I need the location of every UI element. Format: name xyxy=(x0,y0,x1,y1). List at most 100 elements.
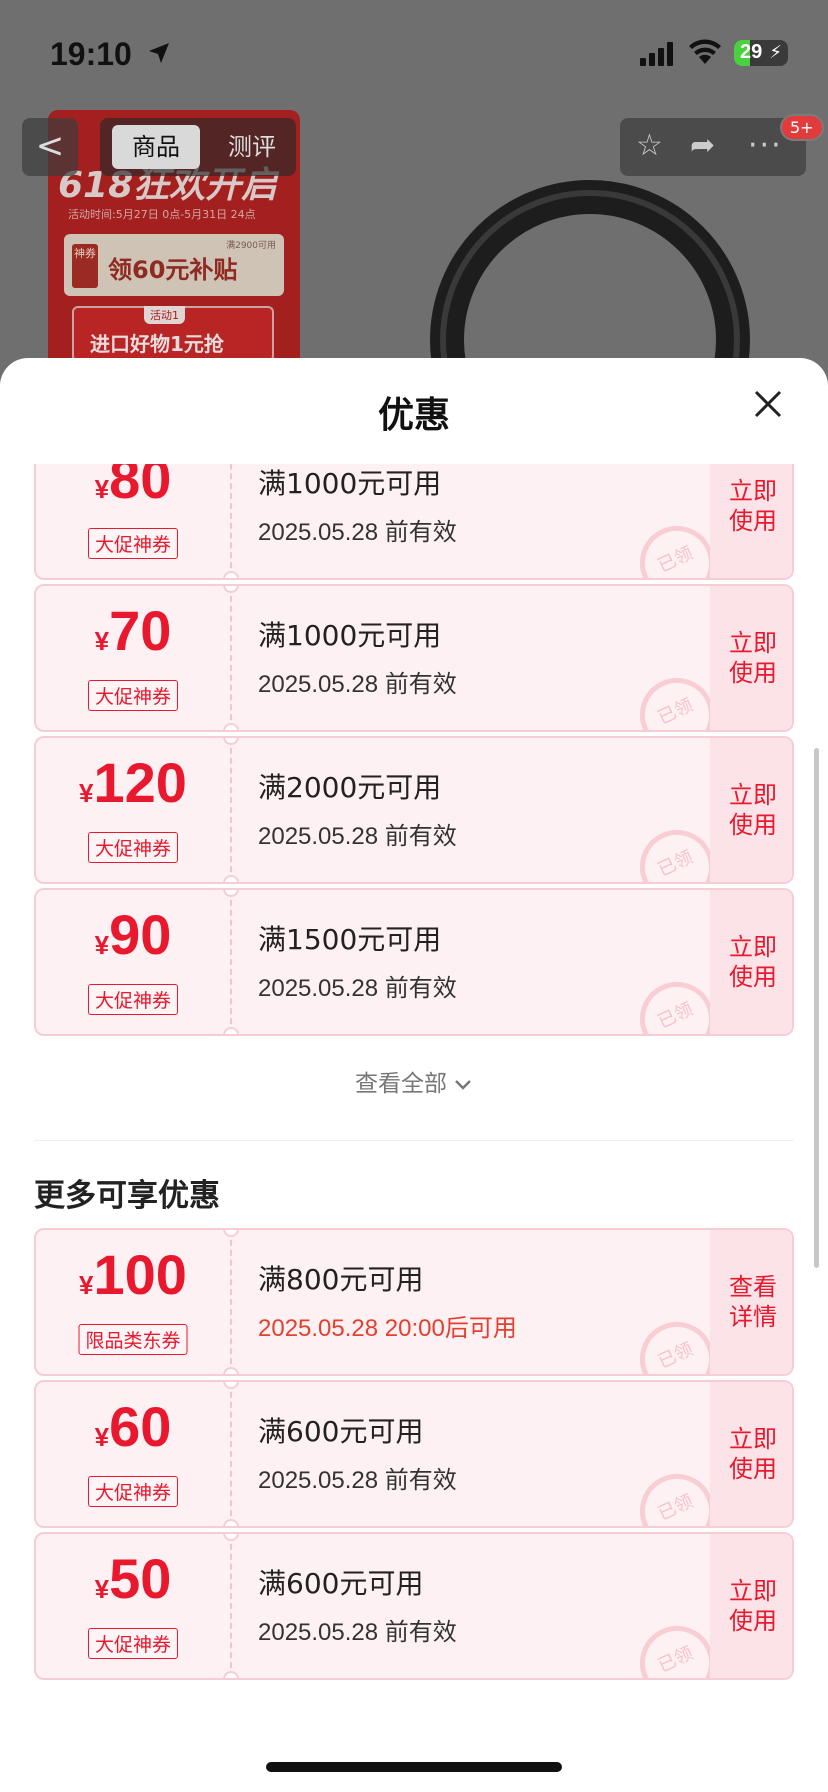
product-tabs: 商品 测评 xyxy=(100,118,296,176)
tab-goods[interactable]: 商品 xyxy=(112,125,200,169)
coupon-amount-value: 100 xyxy=(93,1243,187,1306)
coupon-action-button[interactable]: 立即 使用 xyxy=(710,1382,792,1526)
wifi-icon xyxy=(689,39,721,64)
coupon-notch xyxy=(223,1671,239,1678)
sheet-title: 优惠 xyxy=(377,395,450,436)
banner-coupon-chip: 神券 xyxy=(72,244,98,288)
view-all-label: 查看全部 xyxy=(355,1071,447,1097)
star-icon[interactable]: ☆ xyxy=(636,128,663,163)
coupon-left: ¥60 大促神券 xyxy=(36,1382,230,1526)
coupon-action-button[interactable]: 立即 使用 xyxy=(710,738,792,882)
coupon-left: ¥80 大促神券 xyxy=(36,464,230,578)
banner-activity-tag: 活动1 xyxy=(144,306,185,324)
coupon-currency: ¥ xyxy=(94,1422,110,1452)
scrollbar[interactable] xyxy=(814,748,819,1268)
coupon-amount: ¥80 xyxy=(36,464,230,511)
battery-level-text: 29 xyxy=(740,41,763,63)
coupon-divider xyxy=(230,464,232,578)
coupon-condition: 满1000元可用 xyxy=(258,619,442,652)
coupon-condition: 满1500元可用 xyxy=(258,923,442,956)
location-arrow-icon xyxy=(149,43,169,63)
status-bar: 19:10 29 ⚡ xyxy=(0,0,828,100)
coupon-left: ¥120 大促神券 xyxy=(36,738,230,882)
coupon-action-button[interactable]: 立即 使用 xyxy=(710,890,792,1034)
banner-coupon-card: 神券 领60元补贴 满2900可用 xyxy=(64,234,284,296)
coupon-validity: 2025.05.28 前有效 xyxy=(258,823,457,850)
coupon-action-button[interactable]: 立即 使用 xyxy=(710,1534,792,1678)
coupon-action-button[interactable]: 立即 使用 xyxy=(710,586,792,730)
coupon-tag: 大促神券 xyxy=(87,1476,179,1507)
coupon-currency: ¥ xyxy=(94,474,110,504)
coupon-tag: 大促神券 xyxy=(87,528,179,559)
coupon-left: ¥70 大促神券 xyxy=(36,586,230,730)
close-icon[interactable] xyxy=(748,384,788,424)
coupon-tag: 大促神券 xyxy=(87,680,179,711)
coupon-action-line1: 立即 xyxy=(729,933,777,961)
coupon-validity: 2025.05.28 20:00后可用 xyxy=(258,1315,517,1342)
coupon-notch xyxy=(223,1367,239,1374)
coupon-currency: ¥ xyxy=(79,778,94,808)
coupon-amount-value: 80 xyxy=(109,464,172,510)
coupon-notch xyxy=(223,723,239,730)
coupon-amount-value: 120 xyxy=(93,751,187,814)
coupon-left: ¥100 限品类东券 xyxy=(36,1230,230,1374)
more-discounts-title: 更多可享优惠 xyxy=(34,1178,220,1214)
coupon-currency: ¥ xyxy=(79,1270,94,1300)
coupon-action-line1: 立即 xyxy=(729,1425,777,1453)
coupon-tag: 限品类东券 xyxy=(78,1324,188,1355)
coupon-card[interactable]: ¥80 大促神券 满1000元可用 2025.05.28 前有效 已领 立即 使用 xyxy=(34,464,794,580)
share-icon[interactable]: ➦ xyxy=(690,128,715,163)
coupon-condition: 满1000元可用 xyxy=(258,467,442,500)
coupon-amount-value: 60 xyxy=(109,1395,172,1458)
banner-date: 活动时间:5月27日 0点-5月31日 24点 xyxy=(68,208,256,221)
coupon-validity: 2025.05.28 前有效 xyxy=(258,975,457,1002)
coupon-action-line2: 详情 xyxy=(729,1303,777,1331)
coupon-divider xyxy=(230,738,232,882)
coupon-divider xyxy=(230,1230,232,1374)
coupon-left: ¥90 大促神券 xyxy=(36,890,230,1034)
coupon-card[interactable]: ¥90 大促神券 满1500元可用 2025.05.28 前有效 已领 立即 使用 xyxy=(34,888,794,1036)
status-time: 19:10 xyxy=(50,36,132,72)
coupon-amount-value: 70 xyxy=(109,599,172,662)
banner-activity-card: 活动1 进口好物1元抢 xyxy=(72,306,274,362)
coupon-action-line2: 使用 xyxy=(729,1607,777,1635)
coupon-card[interactable]: ¥70 大促神券 满1000元可用 2025.05.28 前有效 已领 立即 使用 xyxy=(34,584,794,732)
coupon-divider xyxy=(230,1534,232,1678)
coupon-action-line2: 使用 xyxy=(729,811,777,839)
back-button[interactable]: < xyxy=(22,118,78,176)
coupon-card[interactable]: ¥100 限品类东券 满800元可用 2025.05.28 20:00后可用 已领 查看详… xyxy=(34,1228,794,1376)
chevron-down-icon xyxy=(455,1079,471,1090)
coupon-card[interactable]: ¥50 大促神券 满600元可用 2025.05.28 前有效 已领 立即 使用 xyxy=(34,1532,794,1680)
message-badge: 5+ xyxy=(780,114,824,141)
coupon-notch xyxy=(223,571,239,578)
coupon-tag: 大促神券 xyxy=(87,984,179,1015)
coupon-card[interactable]: ¥120 大促神券 满2000元可用 2025.05.28 前有效 已领 立即 使用 xyxy=(34,736,794,884)
coupon-divider xyxy=(230,586,232,730)
coupon-currency: ¥ xyxy=(94,626,110,656)
tab-review[interactable]: 测评 xyxy=(212,125,292,169)
coupon-condition: 满2000元可用 xyxy=(258,771,442,804)
coupon-notch xyxy=(223,875,239,882)
more-icon[interactable]: ··· xyxy=(748,128,783,163)
coupon-tag: 大促神券 xyxy=(87,832,179,863)
coupon-action-line2: 使用 xyxy=(729,507,777,535)
coupon-card[interactable]: ¥60 大促神券 满600元可用 2025.05.28 前有效 已领 立即 使用 xyxy=(34,1380,794,1528)
coupon-action-line2: 使用 xyxy=(729,659,777,687)
coupon-validity: 2025.05.28 前有效 xyxy=(258,671,457,698)
coupon-left: ¥50 大促神券 xyxy=(36,1534,230,1678)
view-all-button[interactable]: 查看全部 xyxy=(0,1064,828,1098)
battery-indicator: 29 ⚡ xyxy=(734,40,788,66)
nav-actions: ☆ ➦ ··· xyxy=(620,118,806,176)
cellular-signal-icon xyxy=(640,42,673,66)
coupon-validity: 2025.05.28 前有效 xyxy=(258,519,457,546)
coupon-condition: 满600元可用 xyxy=(258,1567,424,1600)
coupon-divider xyxy=(230,890,232,1034)
coupon-scroll-area[interactable]: ¥80 大促神券 满1000元可用 2025.05.28 前有效 已领 立即 使用 ¥70 大促… xyxy=(0,464,828,1792)
coupon-action-line2: 使用 xyxy=(729,1455,777,1483)
coupon-action-button[interactable]: 查看 详情 xyxy=(710,1230,792,1374)
charging-bolt-icon: ⚡ xyxy=(769,42,782,63)
coupon-notch xyxy=(223,1519,239,1526)
coupon-condition: 满800元可用 xyxy=(258,1263,424,1296)
coupon-action-line1: 立即 xyxy=(729,629,777,657)
coupon-action-button[interactable]: 立即 使用 xyxy=(710,464,792,578)
